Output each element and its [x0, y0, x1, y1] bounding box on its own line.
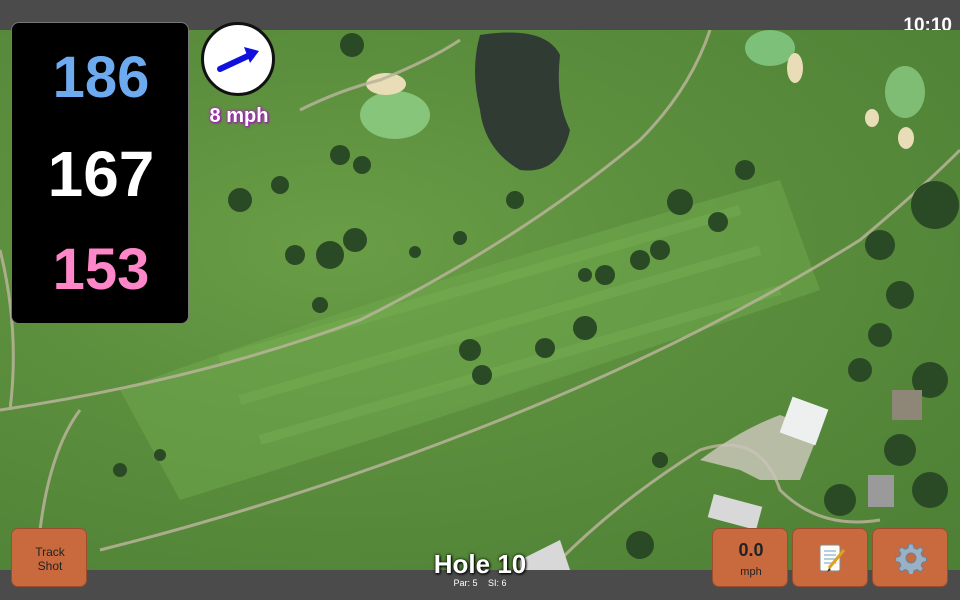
wind-speed-button[interactable]: 0.0 mph: [712, 528, 788, 587]
green: [745, 30, 795, 66]
middle-of-green-yardage: 167: [47, 138, 155, 210]
wind-direction-arrow-icon: [217, 47, 259, 72]
yardage-panel: 186 167 153: [11, 22, 189, 324]
track-shot-label: Track Shot: [12, 545, 88, 573]
hole-meta: Par: 5 SI: 6: [380, 578, 580, 588]
gear-icon: [895, 543, 927, 574]
bunker: [898, 127, 914, 149]
green: [360, 91, 430, 139]
wind-direction-indicator[interactable]: [201, 22, 275, 96]
track-shot-label-line2: Shot: [37, 559, 63, 573]
hole-title: Hole 10: [433, 549, 527, 579]
hole-par: Par: 5: [453, 578, 478, 588]
pond: [475, 32, 570, 171]
wind-speed-value: 0.0: [738, 540, 764, 560]
bunker: [787, 53, 803, 83]
building: [868, 475, 894, 507]
wind-speed-label: 8 mph: [209, 105, 269, 127]
building: [707, 493, 763, 531]
front-of-green-yardage: 153: [52, 237, 150, 302]
notepad-icon: [819, 544, 846, 572]
hole-stroke-index: SI: 6: [488, 578, 507, 588]
track-shot-button[interactable]: Track Shot: [11, 528, 87, 587]
wind-speed-unit: mph: [740, 566, 762, 578]
track-shot-label-line1: Track: [35, 545, 65, 559]
bunker: [865, 109, 879, 127]
back-of-green-yardage: 186: [52, 45, 150, 110]
green: [885, 66, 925, 118]
notes-button[interactable]: [792, 528, 868, 587]
building: [892, 390, 922, 420]
settings-button[interactable]: [872, 528, 948, 587]
